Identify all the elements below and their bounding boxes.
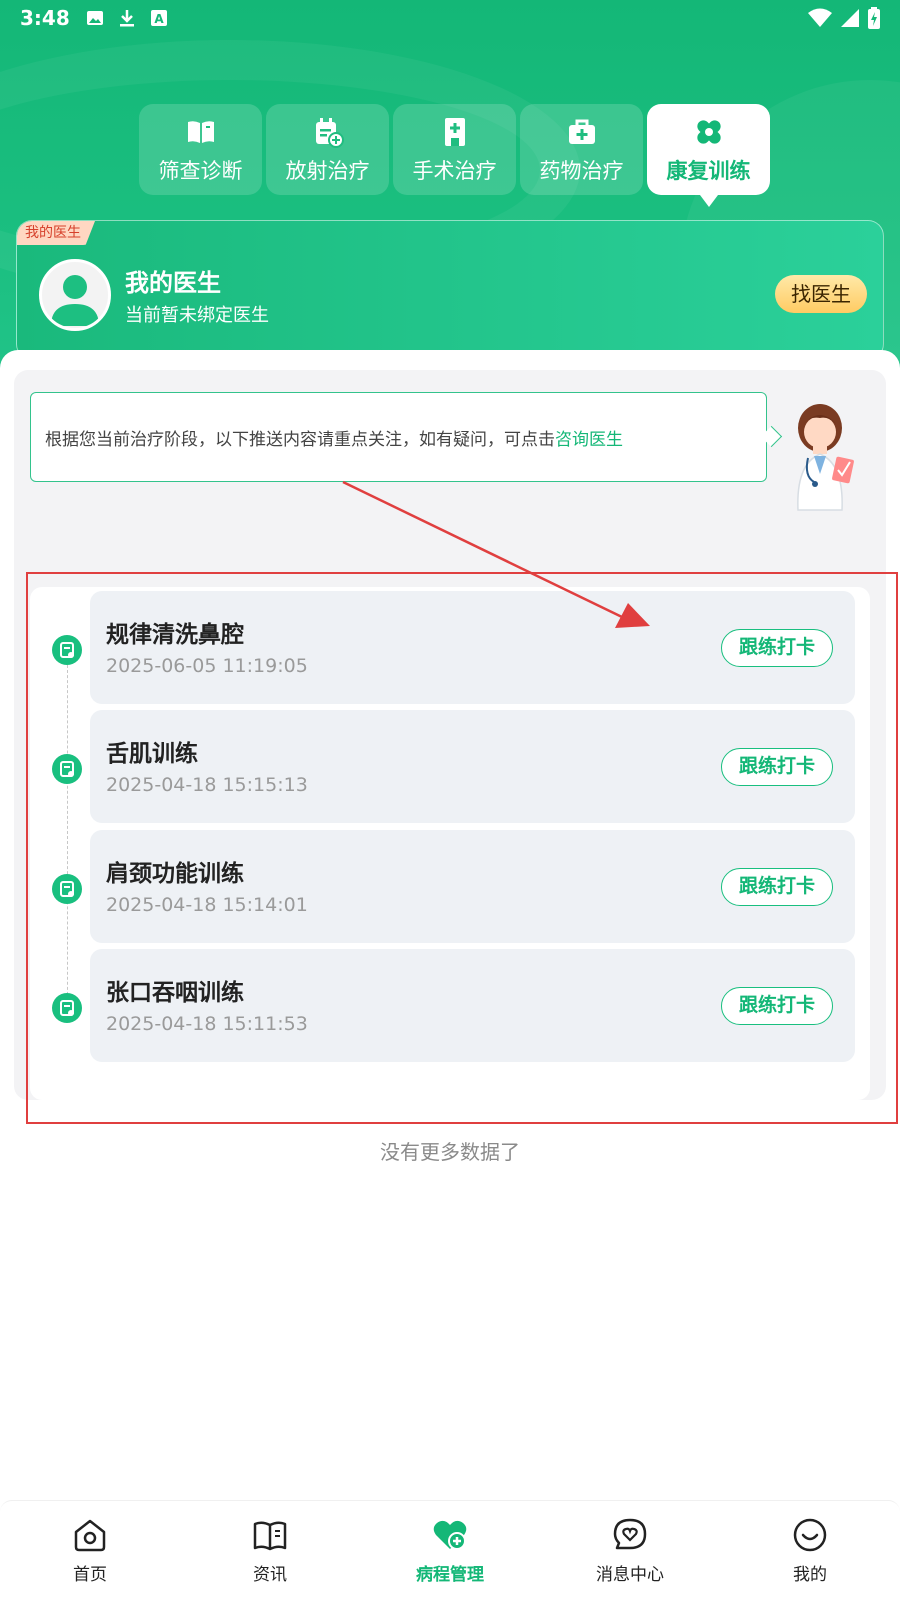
nav-messages[interactable]: 消息中心	[540, 1501, 720, 1600]
tab-label: 筛查诊断	[158, 158, 243, 183]
nav-label: 病程管理	[416, 1565, 484, 1585]
tab-rehabilitation[interactable]: 康复训练	[647, 104, 770, 207]
image-icon	[86, 11, 103, 25]
message-heart-icon	[613, 1518, 647, 1550]
list-item[interactable]: 肩颈功能训练 2025-04-18 15:14:01 跟练打卡	[90, 830, 855, 943]
medkit-icon	[568, 119, 595, 144]
tab-label: 药物治疗	[539, 158, 624, 183]
timeline-dot-icon	[52, 874, 82, 904]
tab-label: 康复训练	[666, 158, 751, 183]
item-time: 2025-04-18 15:14:01	[106, 894, 308, 916]
nav-home[interactable]: 首页	[0, 1501, 180, 1600]
nav-profile[interactable]: 我的	[720, 1501, 900, 1600]
heart-plus-icon	[433, 1520, 467, 1550]
checkin-button[interactable]: 跟练打卡	[721, 868, 833, 906]
tab-radiotherapy[interactable]: 放射治疗	[266, 104, 389, 195]
find-doctor-button[interactable]: 找医生	[775, 275, 867, 313]
doctor-subtitle: 当前暂未绑定医生	[125, 305, 269, 326]
tip-bubble: 根据您当前治疗阶段，以下推送内容请重点关注，如有疑问，可点击 咨询医生	[30, 392, 767, 482]
bottom-nav: 首页 资讯 病程管理 消息中心 我的	[0, 1500, 900, 1600]
category-tabs: 筛查诊断 放射治疗 手术治疗 药物治疗 康复训练	[139, 104, 770, 207]
battery-icon	[868, 7, 880, 29]
status-time: 3:48	[20, 6, 70, 30]
nav-label: 首页	[73, 1565, 107, 1585]
a-icon: A	[150, 10, 167, 26]
tip-text: 根据您当前治疗阶段，以下推送内容请重点关注，如有疑问，可点击	[45, 429, 555, 450]
item-title: 肩颈功能训练	[106, 861, 244, 887]
timeline-line	[67, 660, 68, 1020]
avatar	[39, 259, 111, 331]
checkin-button[interactable]: 跟练打卡	[721, 629, 833, 667]
item-time: 2025-04-18 15:15:13	[106, 774, 308, 796]
list-item[interactable]: 舌肌训练 2025-04-18 15:15:13 跟练打卡	[90, 710, 855, 823]
nav-label: 资讯	[253, 1565, 287, 1585]
checkin-button[interactable]: 跟练打卡	[721, 987, 833, 1025]
tab-medication[interactable]: 药物治疗	[520, 104, 643, 195]
signal-icon	[841, 9, 859, 27]
nav-label: 我的	[793, 1565, 827, 1585]
wifi-icon	[808, 8, 832, 27]
book-icon	[187, 120, 214, 143]
tab-screening[interactable]: 筛查诊断	[139, 104, 262, 195]
item-time: 2025-04-18 15:11:53	[106, 1013, 308, 1035]
doctor-title: 我的医生	[125, 269, 221, 297]
download-icon	[119, 10, 134, 27]
item-time: 2025-06-05 11:19:05	[106, 655, 308, 677]
nav-label: 消息中心	[596, 1565, 664, 1585]
consult-doctor-link[interactable]: 咨询医生	[555, 425, 623, 450]
nav-news[interactable]: 资讯	[180, 1501, 360, 1600]
tab-label: 手术治疗	[412, 158, 497, 183]
default-avatar-icon	[51, 275, 99, 326]
checkin-button[interactable]: 跟练打卡	[721, 748, 833, 786]
tab-label: 放射治疗	[285, 158, 370, 183]
item-title: 规律清洗鼻腔	[106, 622, 244, 648]
nurse-illustration	[797, 404, 854, 511]
timeline-dot-icon	[52, 754, 82, 784]
no-more-data-text: 没有更多数据了	[380, 1140, 520, 1164]
my-doctor-card[interactable]: 我的医生 我的医生 当前暂未绑定医生 找医生	[16, 220, 884, 360]
list-item[interactable]: 规律清洗鼻腔 2025-06-05 11:19:05 跟练打卡	[90, 591, 855, 704]
nav-disease-management[interactable]: 病程管理	[360, 1501, 540, 1600]
list-item[interactable]: 张口吞咽训练 2025-04-18 15:11:53 跟练打卡	[90, 949, 855, 1062]
svg-text:A: A	[154, 12, 164, 26]
news-book-icon	[253, 1521, 287, 1551]
tab-surgery[interactable]: 手术治疗	[393, 104, 516, 195]
timeline-dot-icon	[52, 993, 82, 1023]
timeline-dot-icon	[52, 635, 82, 665]
status-bar: 3:48 A	[0, 0, 900, 36]
hospital-icon	[444, 117, 465, 146]
item-title: 舌肌训练	[106, 741, 198, 767]
item-title: 张口吞咽训练	[106, 980, 244, 1006]
smile-icon	[793, 1518, 827, 1552]
home-icon	[74, 1519, 106, 1552]
my-doctor-badge: 我的医生	[17, 221, 95, 245]
bandage-icon	[696, 119, 721, 144]
calendar-plus-icon	[315, 117, 344, 148]
